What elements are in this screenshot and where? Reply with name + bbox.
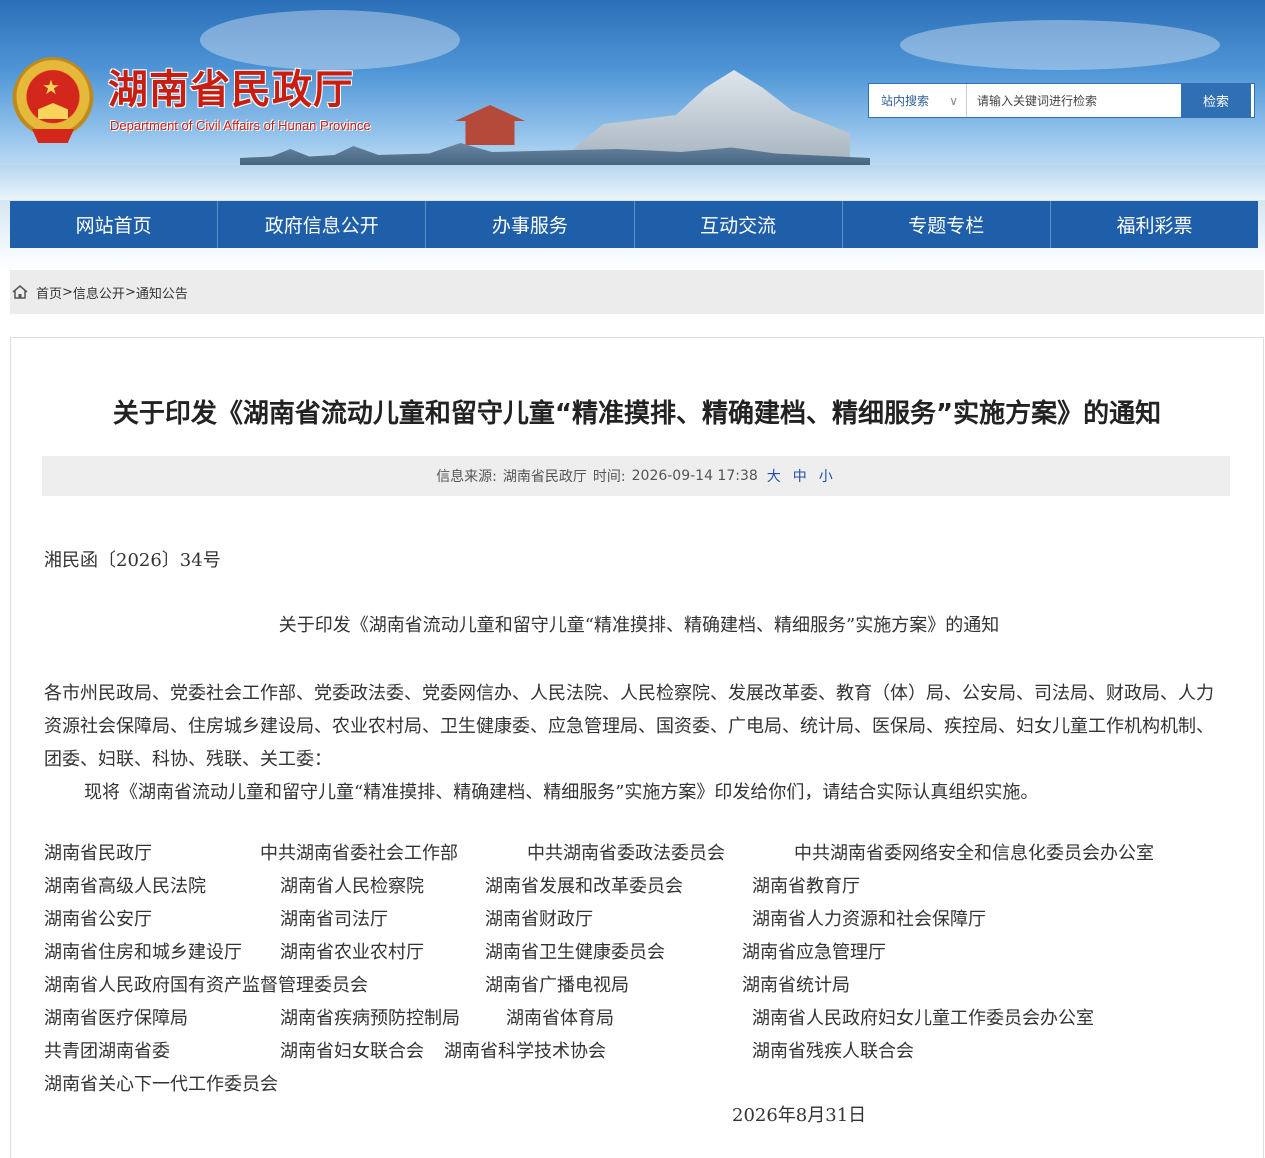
signer: 湖南省关心下一代工作委员会	[44, 1074, 278, 1095]
source-label: 信息来源:	[436, 469, 497, 485]
signer: 湖南省妇女联合会	[280, 1041, 424, 1062]
banner-cloud	[900, 20, 1220, 70]
star-icon: ★	[42, 75, 60, 99]
banner-monument	[560, 70, 850, 160]
signer: 湖南省民政厅	[44, 843, 152, 864]
signer: 湖南省广播电视局	[485, 975, 629, 996]
time-label: 时间:	[592, 469, 626, 485]
signer: 湖南省人民检察院	[280, 876, 424, 897]
signer: 湖南省人力资源和社会保障厅	[752, 909, 986, 930]
banner-pavilion	[455, 105, 525, 145]
nav-item-services[interactable]: 办事服务	[426, 201, 635, 248]
signer: 湖南省司法厅	[280, 909, 388, 930]
signer: 中共湖南省委政法委员会	[527, 843, 725, 864]
banner-cloud	[200, 10, 460, 70]
breadcrumb: 首页 > 信息公开 > 通知公告	[10, 270, 1264, 314]
signer: 湖南省科学技术协会	[444, 1041, 606, 1062]
signer: 湖南省人民政府妇女儿童工作委员会办公室	[752, 1008, 1094, 1029]
signer: 湖南省公安厅	[44, 909, 152, 930]
document-subject: 关于印发《湖南省流动儿童和留守儿童“精准摸排、精确建档、精细服务”实施方案》的通…	[278, 615, 1000, 636]
document-recipients: 各市州民政局、党委社会工作部、党委政法委、党委网信办、人民法院、人民检察院、发展…	[44, 683, 1214, 770]
breadcrumb-notices[interactable]: 通知公告	[136, 283, 188, 302]
signer: 湖南省卫生健康委员会	[485, 942, 665, 963]
breadcrumb-separator: >	[62, 284, 73, 300]
signer: 湖南省农业农村厅	[280, 942, 424, 963]
source-value: 湖南省民政厅	[502, 469, 587, 485]
document-instruction: 现将《湖南省流动儿童和留守儿童“精准摸排、精确建档、精细服务”实施方案》印发给你…	[84, 782, 1039, 803]
nav-item-special-topics[interactable]: 专题专栏	[843, 201, 1051, 248]
national-emblem-logo[interactable]: ★	[12, 57, 94, 145]
main-nav: 网站首页 政府信息公开 办事服务 互动交流 专题专栏 福利彩票	[10, 201, 1258, 248]
breadcrumb-separator: >	[124, 284, 136, 300]
font-size-small-link[interactable]: 小	[819, 466, 833, 486]
signer: 湖南省残疾人联合会	[752, 1041, 914, 1062]
signer: 湖南省高级人民法院	[44, 876, 206, 897]
document-number: 湘民函〔2026〕34号	[44, 550, 221, 571]
article-container: 关于印发《湖南省流动儿童和留守儿童“精准摸排、精确建档、精细服务”实施方案》的通…	[10, 337, 1264, 1158]
breadcrumb-info-public[interactable]: 信息公开	[73, 283, 125, 302]
ribbon-icon	[32, 129, 74, 143]
site-header: ★ 湖南省民政厅 Department of Civil Affairs of …	[0, 0, 1265, 200]
search-button[interactable]: 检索	[1181, 84, 1251, 117]
article-meta: 信息来源: 湖南省民政厅 时间: 2026-09-14 17:38 大 中 小	[42, 456, 1230, 496]
article-title: 关于印发《湖南省流动儿童和留守儿童“精准摸排、精确建档、精细服务”实施方案》的通…	[112, 399, 1162, 429]
nav-item-home[interactable]: 网站首页	[10, 201, 219, 248]
breadcrumb-home[interactable]: 首页	[36, 283, 62, 302]
search-scope-select[interactable]: 站内搜索 ∨	[869, 84, 967, 117]
nav-item-gov-info[interactable]: 政府信息公开	[218, 201, 427, 248]
signer: 共青团湖南省委	[44, 1041, 170, 1062]
signer: 湖南省财政厅	[485, 909, 593, 930]
signer: 中共湖南省委网络安全和信息化委员会办公室	[794, 843, 1154, 864]
signer: 中共湖南省委社会工作部	[260, 843, 458, 864]
site-search: 站内搜索 ∨ 检索	[868, 83, 1255, 118]
font-size-large-link[interactable]: 大	[767, 466, 781, 486]
time-value: 2026-09-14 17:38	[631, 468, 758, 484]
signer: 湖南省体育局	[506, 1008, 614, 1029]
signer: 湖南省发展和改革委员会	[485, 876, 683, 897]
font-size-medium-link[interactable]: 中	[793, 466, 807, 486]
nav-item-lottery[interactable]: 福利彩票	[1051, 201, 1258, 248]
nav-item-interaction[interactable]: 互动交流	[635, 201, 843, 248]
site-title[interactable]: 湖南省民政厅	[108, 66, 354, 114]
home-icon	[12, 284, 28, 300]
chevron-down-icon: ∨	[949, 93, 958, 108]
signer: 湖南省应急管理厅	[742, 942, 886, 963]
signer: 湖南省住房和城乡建设厅	[44, 942, 242, 963]
signer: 湖南省医疗保障局	[44, 1008, 188, 1029]
signer: 湖南省统计局	[742, 975, 850, 996]
signer: 湖南省疾病预防控制局	[280, 1008, 460, 1029]
signer: 湖南省人民政府国有资产监督管理委员会	[44, 975, 368, 996]
search-scope-label: 站内搜索	[881, 94, 930, 108]
site-subtitle: Department of Civil Affairs of Hunan Pro…	[110, 118, 371, 133]
signer: 湖南省教育厅	[752, 876, 860, 897]
banner-water	[0, 165, 1265, 200]
gate-icon	[38, 103, 68, 119]
search-input[interactable]	[967, 84, 1181, 117]
document-date: 2026年8月31日	[732, 1105, 867, 1126]
